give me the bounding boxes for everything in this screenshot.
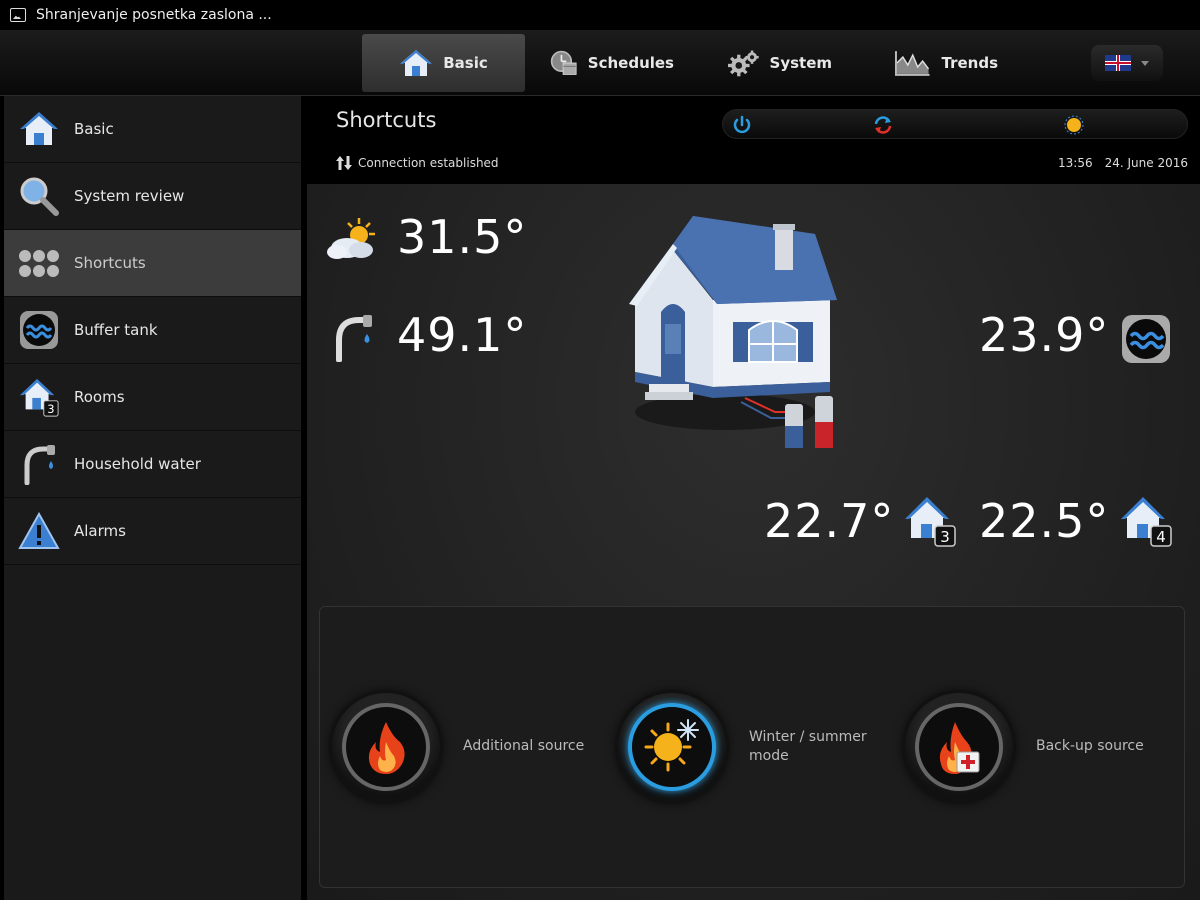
sidebar-item-label: Rooms xyxy=(74,388,125,406)
tab-system[interactable]: System xyxy=(710,34,850,92)
screenshot-notification-icon xyxy=(10,8,26,22)
sun-icon[interactable] xyxy=(1063,114,1085,136)
sidebar: Basic System review Shortcuts Buffer tan… xyxy=(4,96,303,900)
backup-source-label: Back-up source xyxy=(1036,738,1144,754)
house-badge-icon: 3 xyxy=(18,376,60,418)
chevron-down-icon xyxy=(1141,60,1149,66)
warning-icon xyxy=(18,510,60,552)
tab-trends[interactable]: Trends xyxy=(876,34,1016,92)
language-selector[interactable] xyxy=(1091,45,1163,81)
additional-source-label: Additional source xyxy=(463,738,585,754)
flag-uk-icon xyxy=(1105,55,1131,71)
connection-status: Connection established xyxy=(336,156,499,170)
datetime: 13:56 24. June 2016 xyxy=(1058,156,1188,170)
partly-cloudy-icon xyxy=(327,218,375,259)
status-bar: Shranjevanje posnetka zaslona ... xyxy=(0,0,1200,30)
flame-icon xyxy=(368,722,405,774)
house-icon xyxy=(18,108,60,150)
sidebar-item-rooms[interactable]: 3 Rooms xyxy=(4,364,301,431)
dots-grid-icon xyxy=(18,242,60,284)
house-illustration-icon xyxy=(629,216,837,448)
page-title: Shortcuts xyxy=(336,108,437,132)
sidebar-item-label: System review xyxy=(74,187,185,205)
sidebar-item-system-review[interactable]: System review xyxy=(4,163,301,230)
main-header: Shortcuts Connection established 13:56 2… xyxy=(307,96,1200,184)
winter-summer-mode-label: Winter / summer mode xyxy=(749,729,867,764)
sidebar-item-basic[interactable]: Basic xyxy=(4,96,301,163)
outdoor-temperature: 31.5° xyxy=(397,210,528,264)
backup-source-button[interactable] xyxy=(905,693,1013,801)
faucet-icon xyxy=(18,443,60,485)
sidebar-item-label: Buffer tank xyxy=(74,321,158,339)
room4-temperature: 22.5° xyxy=(979,494,1110,548)
sidebar-item-shortcuts[interactable]: Shortcuts xyxy=(4,230,301,297)
room3-house-icon: 3 xyxy=(905,497,956,547)
house-icon xyxy=(400,50,433,76)
sidebar-item-alarms[interactable]: Alarms xyxy=(4,498,301,565)
sidebar-item-label: Basic xyxy=(74,120,114,138)
buffer-tank-temperature: 23.9° xyxy=(979,308,1110,362)
gears-icon xyxy=(728,50,759,77)
tab-system-label: System xyxy=(769,54,832,72)
connection-text: Connection established xyxy=(358,156,499,170)
tab-basic-label: Basic xyxy=(443,54,488,72)
svg-text:4: 4 xyxy=(1156,528,1166,546)
room4-house-icon: 4 xyxy=(1121,497,1172,547)
power-icon[interactable] xyxy=(731,114,753,136)
main-content: 31.5° 49.1° 23.9° 22.7° 3 22.5° 4 Additi… xyxy=(307,184,1200,900)
additional-source-button[interactable] xyxy=(332,693,440,801)
sidebar-item-buffer-tank[interactable]: Buffer tank xyxy=(4,297,301,364)
refresh-icon[interactable] xyxy=(872,114,894,136)
status-bar-title: Shranjevanje posnetka zaslona ... xyxy=(36,7,272,23)
water-waves-icon xyxy=(1122,315,1170,363)
water-waves-icon xyxy=(18,309,60,351)
up-down-arrows-icon xyxy=(336,156,352,170)
trends-icon xyxy=(894,51,930,76)
room3-temperature: 22.7° xyxy=(764,494,895,548)
household-water-temperature: 49.1° xyxy=(397,308,528,362)
sun-snowflake-icon xyxy=(644,719,699,772)
tab-schedules-label: Schedules xyxy=(587,54,674,72)
tab-trends-label: Trends xyxy=(941,54,999,72)
sidebar-item-label: Household water xyxy=(74,455,201,473)
faucet-icon xyxy=(336,315,372,362)
sidebar-item-household-water[interactable]: Household water xyxy=(4,431,301,498)
tab-schedules[interactable]: Schedules xyxy=(532,34,692,92)
sidebar-item-label: Alarms xyxy=(74,522,126,540)
sidebar-item-label: Shortcuts xyxy=(74,254,146,272)
tab-basic[interactable]: Basic xyxy=(362,34,525,92)
status-strip xyxy=(722,109,1188,139)
magnifier-icon xyxy=(18,175,60,217)
winter-summer-mode-button[interactable] xyxy=(618,693,726,801)
clock-date: 24. June 2016 xyxy=(1104,156,1188,170)
svg-text:3: 3 xyxy=(47,402,54,416)
backup-flame-icon xyxy=(939,722,980,774)
schedule-icon xyxy=(550,50,577,75)
shortcuts-panel: Additional source Winter / summer mode B… xyxy=(319,606,1185,888)
clock-time: 13:56 xyxy=(1058,156,1093,170)
svg-text:3: 3 xyxy=(940,528,950,546)
top-nav: Basic Schedules System Trends xyxy=(0,30,1200,96)
